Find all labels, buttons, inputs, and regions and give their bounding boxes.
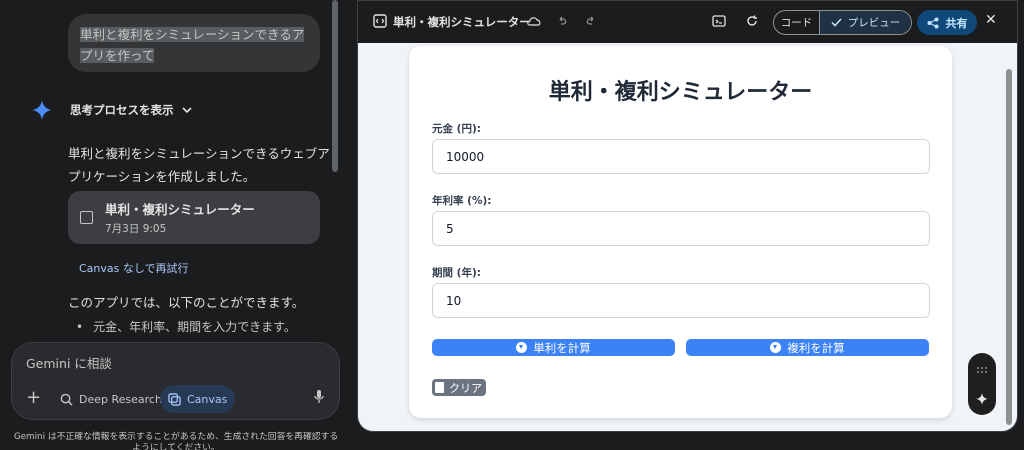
download-icon xyxy=(516,342,528,353)
chat-scrollbar[interactable] xyxy=(332,0,338,172)
code-block-icon xyxy=(80,211,93,224)
simple-interest-label: 単利を計算 xyxy=(533,340,591,355)
response-text: 単利と複利をシミュレーションできるウェブアプリケーションを作成しました。 xyxy=(68,146,330,184)
code-block-icon xyxy=(373,14,387,28)
floating-tools xyxy=(968,353,996,415)
share-icon xyxy=(927,17,938,28)
simple-interest-button[interactable]: 単利を計算 xyxy=(432,339,675,356)
deep-research-label: Deep Research xyxy=(79,392,162,406)
card-date: 7月3日 9:05 xyxy=(105,223,167,235)
list-item: 元金、年利率、期間を入力できます。 xyxy=(76,318,296,335)
app-intro-text: このアプリでは、以下のことができます。 xyxy=(68,295,305,310)
console-icon[interactable] xyxy=(712,14,726,28)
compound-interest-label: 複利を計算 xyxy=(787,340,845,355)
code-tab-label: コード xyxy=(780,17,813,29)
share-button[interactable]: 共有 xyxy=(917,10,977,35)
microphone-icon[interactable] xyxy=(313,390,325,404)
composer: + Deep Research Canvas xyxy=(11,342,340,420)
deep-research-button[interactable]: Deep Research xyxy=(52,385,170,413)
disclaimer: Gemini は不正確な情報を表示することがあるため、生成された回答を再確認する… xyxy=(13,432,339,450)
canvas-title: 単利・複利シミュレーター xyxy=(393,15,531,29)
canvas-panel: 単利・複利シミュレーター コード プレビュー 共有 ✕ 単利・複利シミュレーター… xyxy=(357,0,1018,432)
check-icon xyxy=(831,18,842,27)
gemini-spark-icon xyxy=(32,100,52,120)
preview-tab-label: プレビュー xyxy=(847,17,901,29)
canvas-card[interactable]: 単利・複利シミュレーター 7月3日 9:05 xyxy=(68,191,320,244)
cloud-icon[interactable] xyxy=(526,14,542,28)
compound-interest-button[interactable]: 複利を計算 xyxy=(686,339,929,356)
undo-icon[interactable] xyxy=(556,14,570,28)
period-input[interactable] xyxy=(432,283,930,318)
user-message: 単利と複利をシミュレーションできるアプリを作って xyxy=(68,14,320,72)
drag-handle-icon[interactable] xyxy=(977,367,987,373)
simulator-card: 単利・複利シミュレーター 元金 (円): 年利率 (%): 期間 (年): 単利… xyxy=(409,46,952,418)
prompt-input[interactable] xyxy=(26,353,306,373)
canvas-icon xyxy=(168,392,181,406)
preview-scrollbar[interactable] xyxy=(1006,69,1012,425)
code-tab[interactable]: コード xyxy=(774,11,820,34)
simulator-title: 単利・複利シミュレーター xyxy=(548,80,813,105)
close-icon[interactable]: ✕ xyxy=(985,12,997,28)
view-toggle: コード プレビュー xyxy=(773,10,912,35)
thought-toggle[interactable]: 思考プロセスを表示 xyxy=(32,100,192,120)
canvas-button[interactable]: Canvas xyxy=(160,385,236,413)
plus-icon[interactable]: + xyxy=(26,389,41,407)
preview-tab[interactable]: プレビュー xyxy=(820,11,911,34)
download-icon xyxy=(770,342,782,353)
card-title: 単利・複利シミュレーター xyxy=(105,202,255,217)
rate-input[interactable] xyxy=(432,211,930,246)
trash-icon xyxy=(435,382,444,393)
principal-input[interactable] xyxy=(432,139,930,174)
chevron-down-icon xyxy=(181,107,192,114)
canvas-label: Canvas xyxy=(187,392,228,406)
retry-without-canvas-link[interactable]: Canvas なしで再試行 xyxy=(79,260,189,276)
sparkle-edit-icon[interactable] xyxy=(975,392,989,406)
user-message-text: 単利と複利をシミュレーションできるアプリを作って xyxy=(80,27,305,63)
share-label: 共有 xyxy=(945,16,968,30)
rate-label: 年利率 (%): xyxy=(432,195,492,207)
period-label: 期間 (年): xyxy=(432,267,481,279)
chat-panel: 単利と複利をシミュレーションできるアプリを作って 思考プロセスを表示 単利と複利… xyxy=(0,0,352,450)
clear-button[interactable]: クリア xyxy=(432,379,486,396)
thought-label: 思考プロセスを表示 xyxy=(70,103,174,117)
deep-research-icon xyxy=(60,393,73,406)
clear-label: クリア xyxy=(449,381,482,395)
canvas-toolbar: 単利・複利シミュレーター コード プレビュー 共有 ✕ xyxy=(358,1,1017,43)
principal-label: 元金 (円): xyxy=(432,123,481,135)
refresh-icon[interactable] xyxy=(745,14,759,28)
redo-icon[interactable] xyxy=(583,14,597,28)
app-preview: 単利・複利シミュレーター 元金 (円): 年利率 (%): 期間 (年): 単利… xyxy=(358,43,1017,431)
